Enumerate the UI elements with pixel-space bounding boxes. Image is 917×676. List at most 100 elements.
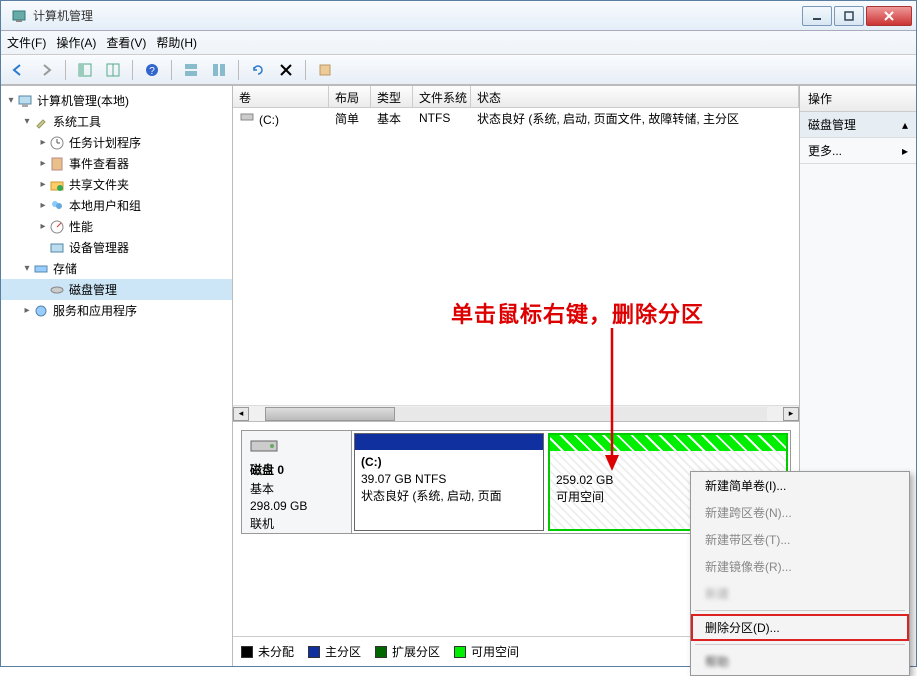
partition-free-size: 259.02 GB <box>556 473 613 487</box>
layout-button-1[interactable] <box>180 59 202 81</box>
tree-local-users[interactable]: ▸本地用户和组 <box>1 195 232 216</box>
harddisk-icon <box>250 437 280 457</box>
book-icon <box>49 156 65 172</box>
legend-unallocated: 未分配 <box>241 643 294 660</box>
scroll-track[interactable] <box>265 407 767 421</box>
cell-fs: NTFS <box>413 109 471 127</box>
legend-extended: 扩展分区 <box>375 643 440 660</box>
partition-c-stripe <box>355 434 543 450</box>
swatch-darkgreen <box>375 646 387 658</box>
gear-icon <box>33 303 49 319</box>
volume-row[interactable]: (C:) 简单 基本 NTFS 状态良好 (系统, 启动, 页面文件, 故障转储… <box>233 108 799 128</box>
help-button[interactable]: ? <box>141 59 163 81</box>
minimize-button[interactable] <box>802 6 832 26</box>
window-title: 计算机管理 <box>33 7 802 24</box>
legend-primary: 主分区 <box>308 643 361 660</box>
computer-icon <box>17 93 33 109</box>
annotation-arrow <box>597 323 627 473</box>
menu-new-simple-volume[interactable]: 新建简单卷(I)... <box>691 472 909 499</box>
disk-size: 298.09 GB <box>250 499 343 513</box>
partition-c-status: 状态良好 (系统, 启动, 页面 <box>361 489 502 503</box>
titlebar[interactable]: 计算机管理 <box>1 1 916 31</box>
tree-label: 本地用户和组 <box>69 197 141 214</box>
back-button[interactable] <box>7 59 29 81</box>
actions-disk-mgmt[interactable]: 磁盘管理▴ <box>800 112 916 138</box>
tree-label: 磁盘管理 <box>69 281 117 298</box>
tree-services[interactable]: ▸服务和应用程序 <box>1 300 232 321</box>
chevron-right-icon: ▸ <box>902 144 908 158</box>
tree-device-manager[interactable]: 设备管理器 <box>1 237 232 258</box>
tree-label: 共享文件夹 <box>69 176 129 193</box>
folder-share-icon <box>49 177 65 193</box>
forward-button[interactable] <box>35 59 57 81</box>
disk-icon <box>49 282 65 298</box>
cell-status: 状态良好 (系统, 启动, 页面文件, 故障转储, 主分区 <box>471 108 799 129</box>
delete-button[interactable] <box>275 59 297 81</box>
menu-delete-partition[interactable]: 删除分区(D)... <box>691 614 909 641</box>
window-controls <box>802 6 912 26</box>
tree-label: 存储 <box>53 260 77 277</box>
col-status[interactable]: 状态 <box>471 86 799 107</box>
menu-new-spanned-volume[interactable]: 新建跨区卷(N)... <box>691 499 909 526</box>
menu-view[interactable]: 查看(V) <box>106 34 146 51</box>
view-button-2[interactable] <box>102 59 124 81</box>
cell-layout: 简单 <box>329 108 371 129</box>
context-menu: 新建简单卷(I)... 新建跨区卷(N)... 新建带区卷(T)... 新建镜像… <box>690 471 910 676</box>
toolbar: ? <box>1 55 916 85</box>
col-volume[interactable]: 卷 <box>233 86 329 107</box>
scroll-left-button[interactable]: ◂ <box>233 407 249 421</box>
menu-file[interactable]: 文件(F) <box>7 34 46 51</box>
menu-new-mirrored-volume[interactable]: 新建镜像卷(R)... <box>691 553 909 580</box>
tree-root[interactable]: ▾计算机管理(本地) <box>1 90 232 111</box>
scroll-thumb[interactable] <box>265 407 395 421</box>
menubar: 文件(F) 操作(A) 查看(V) 帮助(H) <box>1 31 916 55</box>
partition-c-info: 39.07 GB NTFS <box>361 472 446 486</box>
partition-free-stripe <box>550 435 786 451</box>
close-button[interactable] <box>866 6 912 26</box>
maximize-button[interactable] <box>834 6 864 26</box>
menu-new-raid5-volume[interactable]: 新建 <box>691 580 909 607</box>
device-icon <box>49 240 65 256</box>
refresh-button[interactable] <box>247 59 269 81</box>
menu-action[interactable]: 操作(A) <box>56 34 96 51</box>
toolbar-separator <box>238 60 239 80</box>
tree-shared-folders[interactable]: ▸共享文件夹 <box>1 174 232 195</box>
collapse-icon: ▴ <box>902 118 908 132</box>
tree-label: 设备管理器 <box>69 239 129 256</box>
cell-type: 基本 <box>371 108 413 129</box>
col-fs[interactable]: 文件系统 <box>413 86 471 107</box>
disk-header[interactable]: 磁盘 0 基本 298.09 GB 联机 <box>242 431 352 533</box>
view-button-1[interactable] <box>74 59 96 81</box>
partition-c-name: (C:) <box>361 455 382 469</box>
tree-event-viewer[interactable]: ▸事件查看器 <box>1 153 232 174</box>
col-type[interactable]: 类型 <box>371 86 413 107</box>
cell-volume: (C:) <box>259 113 279 127</box>
volume-table-body[interactable]: (C:) 简单 基本 NTFS 状态良好 (系统, 启动, 页面文件, 故障转储… <box>233 108 799 405</box>
partition-c[interactable]: (C:) 39.07 GB NTFS 状态良好 (系统, 启动, 页面 <box>354 433 544 531</box>
computer-management-window: 计算机管理 文件(F) 操作(A) 查看(V) 帮助(H) ? ▾计算机管理(本… <box>0 0 917 667</box>
disk-label: 磁盘 0 <box>250 461 343 478</box>
scroll-right-button[interactable]: ▸ <box>783 407 799 421</box>
app-icon <box>11 8 27 24</box>
tree-disk-management[interactable]: 磁盘管理 <box>1 279 232 300</box>
disk-status: 联机 <box>250 515 343 532</box>
tree-performance[interactable]: ▸性能 <box>1 216 232 237</box>
actions-more[interactable]: 更多...▸ <box>800 138 916 164</box>
menu-new-striped-volume[interactable]: 新建带区卷(T)... <box>691 526 909 553</box>
tree-label: 系统工具 <box>53 113 101 130</box>
menu-separator <box>695 610 905 611</box>
wrench-icon <box>33 114 49 130</box>
tree-task-scheduler[interactable]: ▸任务计划程序 <box>1 132 232 153</box>
tree-label: 服务和应用程序 <box>53 302 137 319</box>
settings-button[interactable] <box>314 59 336 81</box>
horizontal-scrollbar[interactable]: ◂ ▸ <box>233 405 799 421</box>
clock-icon <box>49 135 65 151</box>
menu-help[interactable]: 帮助(H) <box>156 34 197 51</box>
actions-header: 操作 <box>800 86 916 112</box>
tree-system-tools[interactable]: ▾系统工具 <box>1 111 232 132</box>
tree-storage[interactable]: ▾存储 <box>1 258 232 279</box>
menu-help[interactable]: 帮助 <box>691 648 909 675</box>
col-layout[interactable]: 布局 <box>329 86 371 107</box>
tree-pane[interactable]: ▾计算机管理(本地) ▾系统工具 ▸任务计划程序 ▸事件查看器 ▸共享文件夹 ▸… <box>1 86 233 666</box>
layout-button-2[interactable] <box>208 59 230 81</box>
